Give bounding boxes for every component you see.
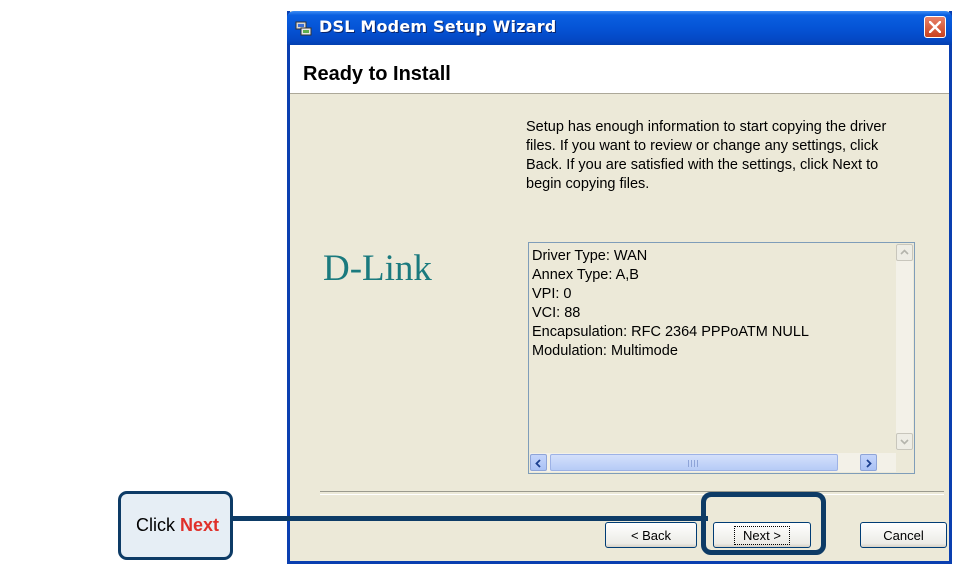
setup-wizard-window: DSL Modem Setup Wizard Ready to Install … (287, 11, 952, 564)
window-title: DSL Modem Setup Wizard (319, 17, 557, 36)
summary-line: Annex Type: A,B (532, 267, 639, 283)
dlink-logo: D-Link (323, 248, 432, 289)
callout-connector-line (233, 516, 708, 521)
wizard-header: Ready to Install (290, 45, 949, 94)
summary-line: VPI: 0 (532, 286, 572, 302)
scroll-left-button[interactable] (530, 454, 547, 471)
close-button[interactable] (924, 16, 946, 38)
scroll-thumb[interactable] (550, 454, 838, 471)
settings-summary-list: Driver Type: WAN Annex Type: A,B VPI: 0 … (532, 247, 887, 361)
scroll-right-button[interactable] (860, 454, 877, 471)
callout-highlight: Next (180, 515, 220, 535)
horizontal-scrollbar[interactable] (530, 453, 897, 472)
summary-line: Modulation: Multimode (532, 343, 678, 359)
cancel-button[interactable]: Cancel (860, 522, 947, 548)
chevron-right-icon (866, 459, 872, 468)
next-button-highlight (701, 492, 826, 555)
vertical-scrollbar[interactable] (896, 244, 913, 450)
scroll-down-button[interactable] (896, 433, 913, 450)
button-divider (320, 491, 944, 495)
chevron-left-icon (535, 459, 541, 468)
summary-line: Driver Type: WAN (532, 248, 648, 264)
callout-label: Click Next (136, 515, 219, 536)
scroll-up-button[interactable] (896, 244, 913, 261)
scrollbar-corner (896, 453, 913, 472)
cancel-button-label: Cancel (883, 527, 924, 543)
callout-prefix: Click (136, 515, 180, 535)
intro-text: Setup has enough information to start co… (526, 119, 887, 192)
scroll-grip (688, 460, 700, 467)
settings-summary-box[interactable]: Driver Type: WAN Annex Type: A,B VPI: 0 … (528, 242, 915, 474)
chevron-down-icon (900, 439, 909, 445)
close-icon (929, 21, 941, 33)
title-bar[interactable]: DSL Modem Setup Wizard (287, 11, 952, 45)
summary-line: VCI: 88 (532, 305, 581, 321)
back-button-label: < Back (630, 527, 672, 543)
summary-line: Encapsulation: RFC 2364 PPPoATM NULL (532, 324, 809, 340)
chevron-up-icon (900, 249, 909, 255)
page-title: Ready to Install (303, 63, 451, 85)
setup-app-icon (295, 21, 312, 36)
back-button[interactable]: < Back (605, 522, 697, 548)
